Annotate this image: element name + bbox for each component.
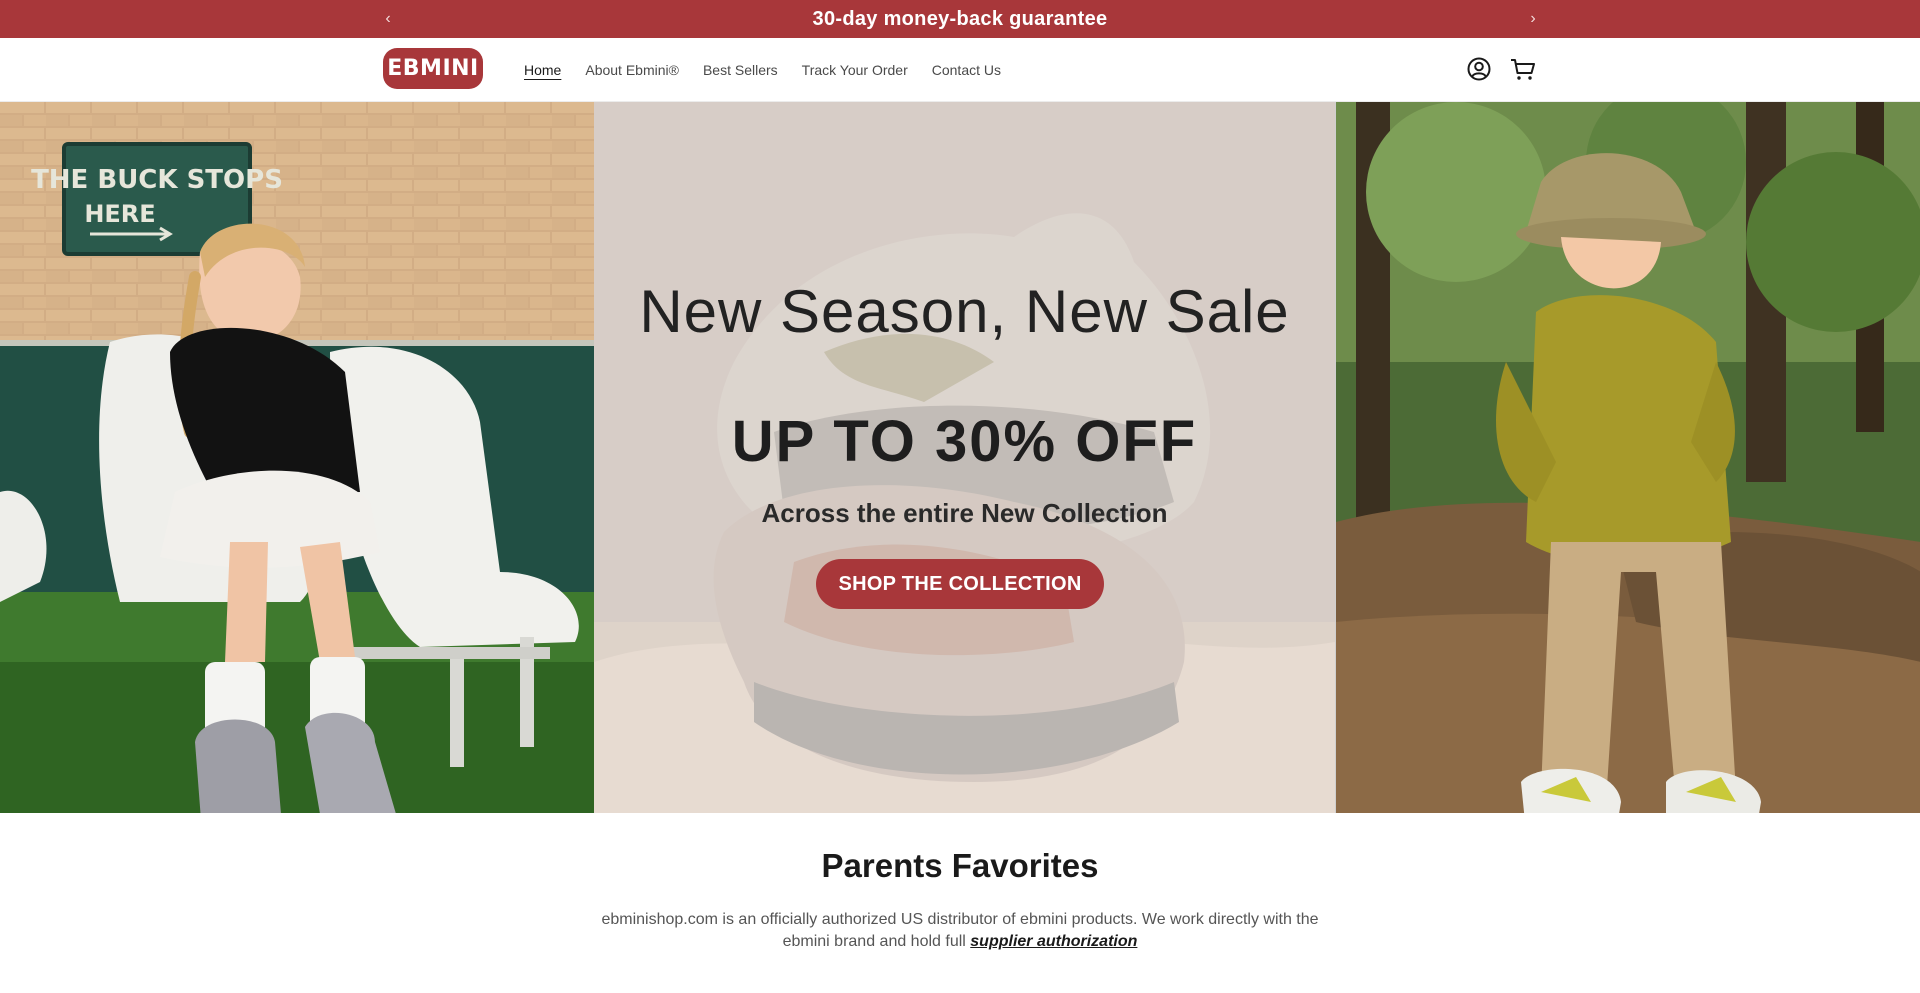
sign-text-top: THE BUCK STOPS: [31, 165, 283, 195]
brand-logo[interactable]: EBMINI: [383, 48, 483, 89]
announcement-bar: ‹ 30-day money-back guarantee ›: [0, 0, 1920, 38]
hero-promo: UP TO 30% OFF: [731, 409, 1198, 474]
nav-link-contact[interactable]: Contact Us: [932, 62, 1001, 78]
site-header: EBMINI Home About Ebmini® Best Sellers T…: [0, 38, 1920, 102]
hero-banner: THE BUCK STOPS HERE New Season, New Sale…: [0, 102, 1920, 813]
sign-text-bottom: HERE: [84, 200, 155, 228]
section-title: Parents Favorites: [821, 847, 1099, 884]
nav-link-track-order[interactable]: Track Your Order: [802, 62, 908, 78]
nav-link-about[interactable]: About Ebmini®: [585, 62, 679, 78]
chevron-right-icon[interactable]: ›: [1518, 0, 1548, 38]
section-description: ebminishop.com is an officially authoriz…: [580, 909, 1340, 953]
announcement-message: 30-day money-back guarantee: [812, 8, 1108, 30]
main-nav: Home About Ebmini® Best Sellers Track Yo…: [524, 38, 1001, 102]
description-text: ebminishop.com is an officially authoriz…: [601, 911, 1319, 950]
account-icon[interactable]: [1464, 54, 1494, 84]
cart-icon[interactable]: [1508, 54, 1538, 84]
hero-content: New Season, New Sale UP TO 30% OFF Acros…: [594, 102, 1335, 813]
hero-image-boy: [1335, 102, 1920, 813]
shop-collection-button[interactable]: SHOP THE COLLECTION: [816, 559, 1104, 609]
hero-title: New Season, New Sale: [639, 278, 1290, 345]
supplier-authorization-link[interactable]: supplier authorization: [970, 933, 1137, 950]
nav-link-home[interactable]: Home: [524, 62, 561, 78]
hero-subtitle: Across the entire New Collection: [761, 498, 1168, 528]
hero-image-girl: THE BUCK STOPS HERE: [0, 102, 594, 813]
nav-link-best-sellers[interactable]: Best Sellers: [703, 62, 778, 78]
